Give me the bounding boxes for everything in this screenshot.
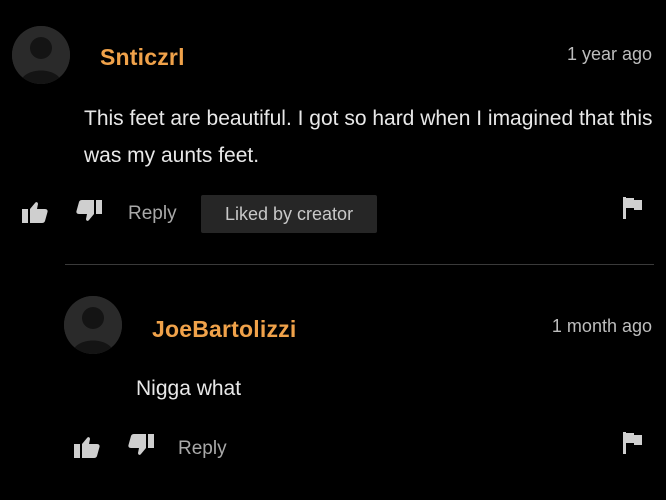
reply-button[interactable]: Reply xyxy=(178,438,227,460)
comment-text: Nigga what xyxy=(136,377,242,400)
liked-by-creator-badge: Liked by creator xyxy=(201,195,378,233)
thumbs-up-icon[interactable] xyxy=(74,436,100,463)
flag-icon[interactable] xyxy=(623,197,643,224)
flag-icon[interactable] xyxy=(623,432,643,459)
comment-divider xyxy=(65,264,654,265)
comment-timestamp: 1 year ago xyxy=(566,44,652,64)
avatar-placeholder-icon xyxy=(12,26,70,84)
user-avatar[interactable] xyxy=(12,26,70,84)
comment-username[interactable]: JoeBartolizzi xyxy=(152,316,296,343)
thumbs-down-icon[interactable] xyxy=(76,200,102,227)
thumbs-up-icon[interactable] xyxy=(22,201,48,228)
comment-timestamp: 1 month ago xyxy=(551,316,652,336)
avatar-placeholder-icon xyxy=(64,296,122,354)
comment-username[interactable]: Snticzrl xyxy=(100,44,185,71)
thumbs-down-icon[interactable] xyxy=(128,434,154,461)
user-avatar[interactable] xyxy=(64,296,122,354)
reply-button[interactable]: Reply xyxy=(128,203,177,225)
comment-text: This feet are beautiful. I got so hard w… xyxy=(84,107,653,167)
